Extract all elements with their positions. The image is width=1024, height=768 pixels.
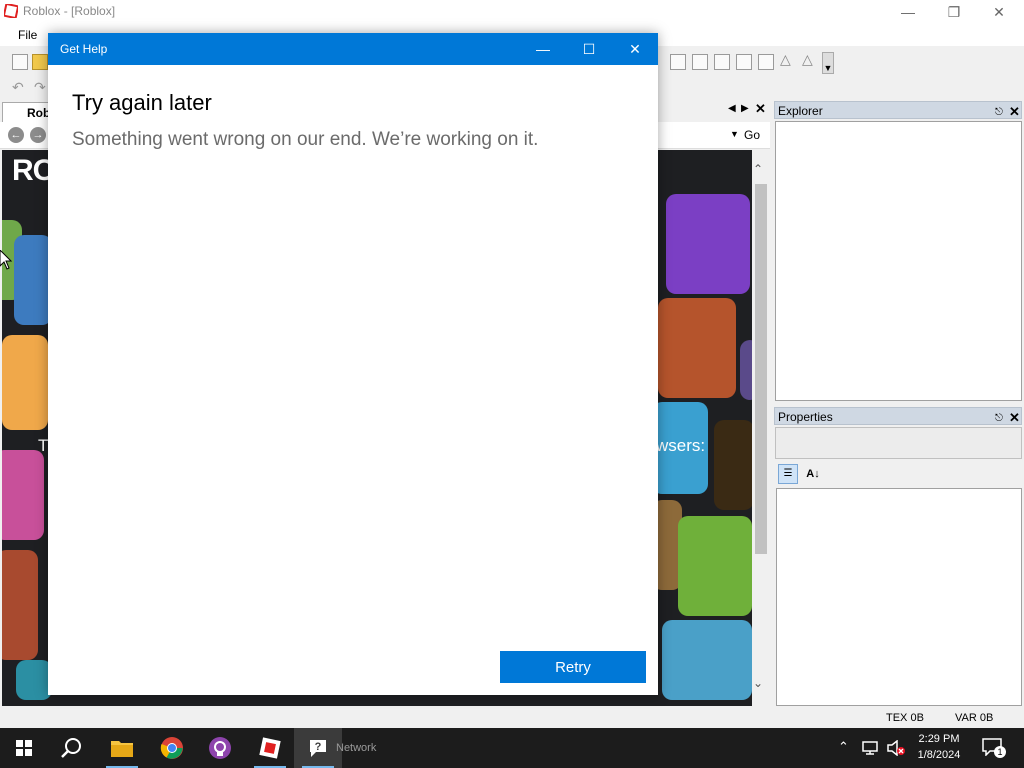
- restore-button[interactable]: ❐: [931, 0, 977, 24]
- network-tooltip-fragment: Network: [336, 742, 377, 754]
- system-clock[interactable]: 2:29 PM 1/8/2024: [906, 731, 972, 763]
- game-thumbnail: [2, 550, 38, 660]
- taskbar-file-explorer[interactable]: [98, 728, 146, 768]
- dialog-title: Get Help: [60, 42, 108, 56]
- taskbar: ? Network ⌃ 2:29 PM 1/8/2024 1: [0, 728, 1024, 768]
- toolbar-tool-icon[interactable]: △: [802, 51, 816, 67]
- menu-file[interactable]: File: [18, 28, 37, 42]
- volume-muted-icon[interactable]: [886, 740, 906, 756]
- status-bar: TEX 0B VAR 0B: [0, 708, 1024, 728]
- toolbar-tool-icon[interactable]: [758, 54, 774, 70]
- error-message: Something went wrong on our end. We’re w…: [72, 129, 539, 150]
- forward-icon[interactable]: →: [30, 127, 46, 143]
- chrome-icon: [160, 737, 183, 759]
- dialog-close-button[interactable]: ✕: [612, 33, 658, 65]
- toolbar-tool-icon[interactable]: [714, 54, 730, 70]
- properties-header: Properties ⎋ ✕: [774, 407, 1022, 425]
- toolbar-overflow-icon[interactable]: ▼: [822, 52, 834, 74]
- game-thumbnail: [678, 516, 752, 616]
- explorer-header: Explorer ⎋ ✕: [774, 101, 1022, 119]
- alphabetical-sort-icon[interactable]: A↓: [803, 464, 823, 484]
- address-dropdown-icon[interactable]: ▼: [730, 129, 739, 139]
- get-help-dialog: Get Help — ☐ ✕ Try again later Something…: [48, 33, 658, 695]
- open-folder-icon[interactable]: [32, 54, 48, 70]
- explorer-panel[interactable]: [775, 121, 1022, 401]
- scroll-down-icon[interactable]: ⌄: [753, 676, 763, 690]
- game-thumbnail: [2, 335, 48, 430]
- game-thumbnail: [14, 235, 52, 325]
- window-title: Roblox - [Roblox]: [23, 4, 116, 18]
- clock-date: 1/8/2024: [917, 749, 961, 761]
- windows-icon: [16, 740, 32, 756]
- game-thumbnail: [740, 340, 752, 400]
- taskbar-chrome[interactable]: [148, 728, 196, 768]
- pin-icon[interactable]: ⎋: [995, 104, 1003, 122]
- error-heading: Try again later: [72, 90, 212, 115]
- variable-memory-status: VAR 0B: [955, 712, 994, 724]
- properties-filter-bar[interactable]: [775, 427, 1022, 459]
- folder-icon: [111, 741, 133, 757]
- toolbar-tool-icon[interactable]: [692, 54, 708, 70]
- start-page-text-fragment: T: [38, 436, 49, 455]
- svg-text:?: ?: [315, 741, 322, 753]
- properties-close-icon[interactable]: ✕: [1009, 409, 1020, 427]
- texture-memory-status: TEX 0B: [886, 712, 924, 724]
- show-hidden-icons-icon[interactable]: ⌃: [838, 739, 849, 755]
- taskbar-github[interactable]: [196, 728, 244, 768]
- search-button[interactable]: [48, 728, 96, 768]
- minimize-button[interactable]: —: [885, 0, 931, 24]
- get-help-icon: ?: [310, 740, 326, 757]
- game-thumbnail: [666, 194, 750, 294]
- roblox-logo-icon: [4, 4, 18, 18]
- properties-panel[interactable]: [776, 488, 1022, 706]
- scroll-up-icon[interactable]: ⌃: [753, 162, 763, 176]
- search-icon: [61, 738, 81, 758]
- github-icon: [209, 737, 231, 759]
- game-thumbnail: [662, 620, 752, 700]
- action-center-button[interactable]: 1: [982, 738, 1006, 758]
- toolbar-tool-icon[interactable]: [736, 54, 752, 70]
- close-button[interactable]: ✕: [976, 0, 1022, 24]
- mouse-cursor-icon: [0, 250, 12, 270]
- taskbar-roblox-studio[interactable]: [246, 728, 294, 768]
- back-icon[interactable]: ←: [8, 127, 24, 143]
- toolbar-tool-icon[interactable]: △: [780, 51, 794, 67]
- pin-icon[interactable]: ⎋: [995, 410, 1003, 428]
- notification-badge: 1: [994, 746, 1006, 758]
- explorer-close-icon[interactable]: ✕: [1009, 103, 1020, 121]
- go-button[interactable]: Go: [744, 128, 760, 142]
- tab-scroll-right-icon[interactable]: ▶: [741, 103, 749, 114]
- properties-title: Properties: [778, 410, 833, 424]
- start-button[interactable]: [0, 728, 48, 768]
- game-thumbnail: [714, 420, 752, 510]
- categorized-view-icon[interactable]: ☰: [778, 464, 798, 484]
- explorer-title: Explorer: [778, 104, 823, 118]
- taskbar-get-help[interactable]: ?: [294, 728, 342, 768]
- game-thumbnail: [658, 298, 736, 398]
- game-thumbnail: [16, 660, 52, 700]
- new-file-icon[interactable]: [12, 54, 28, 70]
- game-thumbnail: [2, 450, 44, 540]
- studio-titlebar: Roblox - [Roblox] — ❐ ✕: [0, 0, 1024, 24]
- scrollbar-thumb[interactable]: [755, 184, 767, 554]
- retry-button[interactable]: Retry: [500, 651, 646, 683]
- undo-icon[interactable]: ↶: [12, 79, 24, 96]
- start-page-text-fragment: wsers:: [656, 436, 706, 455]
- dialog-maximize-button[interactable]: ☐: [566, 33, 612, 65]
- clock-time: 2:29 PM: [918, 733, 960, 745]
- tab-roblox[interactable]: Robl: [2, 102, 54, 122]
- dialog-minimize-button[interactable]: —: [520, 33, 566, 65]
- network-icon[interactable]: [862, 740, 880, 756]
- dialog-titlebar: Get Help — ☐ ✕: [48, 33, 658, 65]
- redo-icon[interactable]: ↷: [34, 79, 46, 96]
- tab-close-icon[interactable]: ✕: [755, 101, 766, 117]
- toolbar-tool-icon[interactable]: [670, 54, 686, 70]
- roblox-studio-icon: [259, 737, 281, 759]
- tab-scroll-left-icon[interactable]: ◀: [728, 103, 736, 114]
